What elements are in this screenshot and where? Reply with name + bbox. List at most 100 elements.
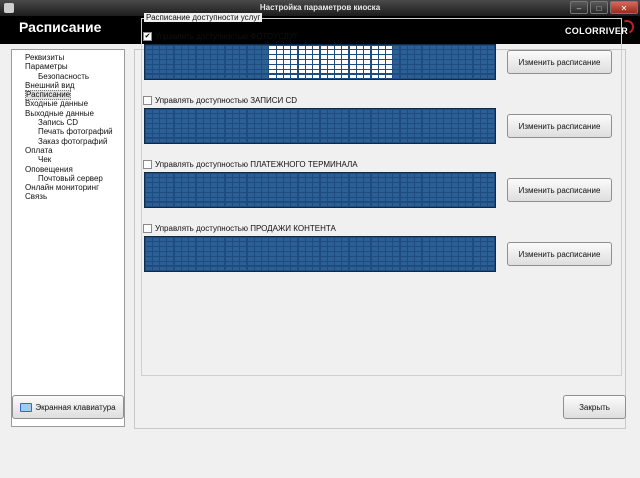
schedule-cell[interactable] (437, 252, 444, 256)
schedule-cell[interactable] (174, 128, 181, 133)
schedule-cell[interactable] (393, 188, 400, 192)
schedule-cell[interactable] (459, 55, 466, 59)
schedule-cell-available[interactable] (276, 50, 283, 54)
schedule-cell[interactable] (371, 183, 378, 187)
schedule-cell[interactable] (400, 237, 407, 242)
schedule-cell[interactable] (211, 173, 218, 178)
schedule-cell[interactable] (262, 119, 269, 123)
schedule-cell[interactable] (196, 138, 203, 143)
schedule-cell[interactable] (160, 50, 167, 54)
schedule-cell[interactable] (284, 252, 291, 256)
schedule-cell[interactable] (211, 124, 218, 128)
schedule-cell[interactable] (269, 252, 276, 256)
schedule-cell[interactable] (400, 138, 407, 143)
schedule-cell[interactable] (298, 252, 305, 256)
schedule-cell[interactable] (451, 237, 458, 242)
schedule-cell[interactable] (488, 50, 495, 54)
schedule-cell[interactable] (247, 50, 254, 54)
schedule-cell[interactable] (152, 74, 159, 79)
schedule-cell[interactable] (291, 138, 298, 143)
schedule-cell[interactable] (422, 256, 429, 261)
schedule-cell[interactable] (313, 178, 320, 182)
schedule-cell[interactable] (218, 60, 225, 64)
schedule-cell[interactable] (480, 109, 487, 114)
schedule-cell[interactable] (240, 60, 247, 64)
schedule-cell[interactable] (240, 133, 247, 138)
schedule-cell[interactable] (262, 74, 269, 79)
schedule-cell[interactable] (335, 266, 342, 271)
schedule-cell-available[interactable] (298, 50, 305, 54)
schedule-cell-available[interactable] (386, 64, 393, 69)
schedule-cell[interactable] (218, 266, 225, 271)
schedule-cell[interactable] (349, 114, 356, 118)
schedule-cell[interactable] (145, 64, 152, 69)
schedule-cell[interactable] (211, 261, 218, 266)
minimize-button[interactable]: – (570, 1, 588, 14)
schedule-cell[interactable] (196, 173, 203, 178)
schedule-cell[interactable] (480, 183, 487, 187)
schedule-cell[interactable] (247, 109, 254, 114)
schedule-cell[interactable] (342, 261, 349, 266)
schedule-cell[interactable] (160, 119, 167, 123)
schedule-cell[interactable] (167, 60, 174, 64)
schedule-cell[interactable] (174, 261, 181, 266)
schedule-cell[interactable] (181, 138, 189, 143)
schedule-cell[interactable] (233, 133, 240, 138)
schedule-cell[interactable] (466, 114, 473, 118)
schedule-cell[interactable] (298, 173, 305, 178)
schedule-cell[interactable] (262, 261, 269, 266)
schedule-cell[interactable] (247, 237, 254, 242)
schedule-cell[interactable] (356, 242, 364, 246)
schedule-cell[interactable] (262, 64, 269, 69)
schedule-cell[interactable] (218, 202, 225, 207)
schedule-cell[interactable] (233, 247, 240, 251)
schedule-cell[interactable] (429, 45, 436, 50)
schedule-cell[interactable] (233, 55, 240, 59)
schedule-cell[interactable] (459, 60, 466, 64)
schedule-cell[interactable] (181, 188, 189, 192)
schedule-cell-available[interactable] (342, 50, 349, 54)
schedule-cell[interactable] (480, 188, 487, 192)
schedule-cell[interactable] (225, 119, 232, 123)
schedule-cell[interactable] (473, 247, 480, 251)
schedule-cell[interactable] (444, 261, 451, 266)
schedule-cell[interactable] (233, 60, 240, 64)
schedule-cell[interactable] (451, 138, 458, 143)
schedule-cell[interactable] (400, 261, 407, 266)
schedule-cell[interactable] (422, 109, 429, 114)
schedule-cell[interactable] (356, 178, 364, 182)
schedule-cell[interactable] (276, 119, 283, 123)
schedule-cell[interactable] (335, 197, 342, 202)
schedule-cell[interactable] (466, 45, 473, 50)
schedule-cell[interactable] (335, 119, 342, 123)
schedule-cell[interactable] (473, 124, 480, 128)
schedule-cell[interactable] (203, 55, 210, 59)
tree-item[interactable]: Выходные данные (12, 109, 124, 118)
schedule-cell[interactable] (152, 247, 159, 251)
schedule-cell[interactable] (240, 64, 247, 69)
schedule-cell[interactable] (342, 242, 349, 246)
schedule-cell-available[interactable] (356, 55, 364, 59)
schedule-cell[interactable] (408, 119, 415, 123)
schedule-cell-available[interactable] (269, 69, 276, 74)
schedule-cell[interactable] (393, 266, 400, 271)
schedule-cell[interactable] (422, 45, 429, 50)
schedule-cell[interactable] (320, 252, 327, 256)
schedule-cell[interactable] (342, 256, 349, 261)
schedule-cell[interactable] (408, 188, 415, 192)
schedule-cell[interactable] (320, 124, 327, 128)
schedule-cell[interactable] (145, 266, 152, 271)
schedule-cell-available[interactable] (349, 50, 356, 54)
schedule-cell[interactable] (451, 252, 458, 256)
schedule-cell[interactable] (393, 109, 400, 114)
schedule-cell[interactable] (437, 69, 444, 74)
schedule-cell[interactable] (240, 45, 247, 50)
schedule-cell[interactable] (488, 138, 495, 143)
schedule-cell[interactable] (408, 138, 415, 143)
schedule-cell[interactable] (415, 45, 422, 50)
schedule-cell-available[interactable] (364, 55, 371, 59)
schedule-cell[interactable] (415, 64, 422, 69)
schedule-cell-available[interactable] (371, 74, 378, 79)
schedule-cell[interactable] (225, 128, 232, 133)
schedule-cell[interactable] (247, 178, 254, 182)
